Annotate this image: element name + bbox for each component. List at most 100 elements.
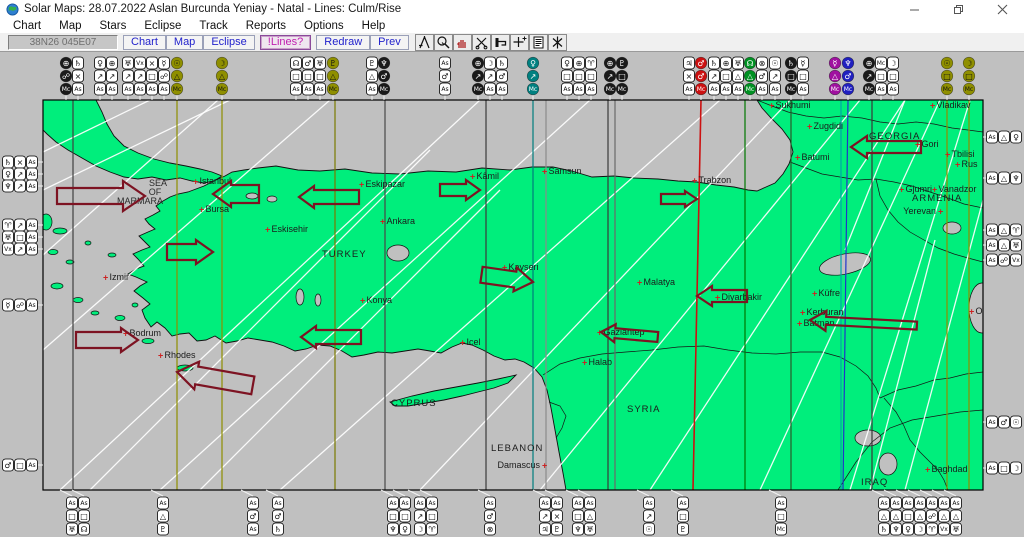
glyph: □	[316, 72, 324, 81]
planet-line-stack-top: ♅ ↗ As	[122, 56, 134, 100]
glyph: □	[16, 461, 24, 470]
glyph: △	[832, 72, 839, 81]
toolbar-button-prev[interactable]: Prev	[370, 34, 409, 50]
planet-line-stack-top: ♀ ↗ As	[94, 56, 106, 100]
planet-line-stack-top: ☽ ↗ As	[484, 56, 496, 100]
menu-item-options[interactable]: Options	[295, 20, 353, 32]
city-plus-mark: +	[360, 296, 365, 306]
city-plus-mark: +	[932, 185, 937, 195]
glyph: ♂	[249, 512, 256, 521]
toolbar-button-lines[interactable]: !Lines?	[259, 34, 312, 50]
toolbar-button-eclipse[interactable]: Eclipse	[203, 34, 255, 50]
city-plus-mark: +	[199, 205, 204, 215]
glyph: ♄	[787, 59, 794, 68]
toolbar-button-chart[interactable]: Chart	[123, 34, 166, 50]
map-canvas[interactable]: TURKEYGEORGIAARMENIASYRIALEBANONCYPRUSIR…	[0, 52, 1024, 537]
glyph: As	[28, 234, 35, 241]
glyph: As	[389, 500, 396, 507]
glyph: As	[28, 302, 35, 309]
menu-item-map[interactable]: Map	[50, 20, 90, 32]
restore-button[interactable]	[936, 0, 980, 18]
glyph: As	[952, 500, 959, 507]
planet-line-stack-top: ⊕ □ As	[573, 56, 585, 100]
city-plus-mark: +	[265, 225, 270, 235]
glyph: ♀	[402, 525, 408, 534]
glyph: As	[108, 86, 115, 93]
crosshair-tool[interactable]	[509, 33, 529, 51]
glyph: ↗	[646, 512, 653, 521]
clamp-tool[interactable]	[490, 33, 510, 51]
minimize-button[interactable]	[892, 0, 936, 18]
calipers-tool[interactable]	[414, 33, 434, 51]
glyph: As	[928, 500, 935, 507]
glyph: ♂	[441, 72, 448, 81]
glyph: △	[735, 72, 742, 81]
city-marker: + Samsun	[542, 166, 582, 177]
glyph: As	[904, 500, 911, 507]
glyph: ♅	[1012, 241, 1019, 250]
menu-bar: Chart Map Stars Eclipse Track Reports Options H…	[0, 18, 1024, 33]
menu-item-help[interactable]: Help	[353, 20, 395, 32]
glyph: As	[563, 86, 570, 93]
clip-tool[interactable]	[471, 33, 491, 51]
planet-line-stack-top: ♅ □ As	[314, 56, 326, 100]
glyph: As	[916, 500, 923, 507]
planet-line-stack-right: As △ ♆	[983, 171, 1022, 185]
glyph: ↗	[17, 170, 24, 179]
menu-item-chart[interactable]: Chart	[4, 20, 50, 32]
planet-line-stack-right: As □ ☽	[983, 461, 1022, 475]
planet-line-stack-top: ♂ □ As	[302, 56, 314, 100]
glyph: ♅	[124, 59, 131, 68]
city-marker: + Gjumri	[899, 184, 932, 195]
glyph: ☊	[292, 59, 299, 68]
glyph: ☽	[965, 59, 972, 68]
glyph: ☉	[173, 59, 180, 68]
glyph: □	[389, 512, 397, 521]
glyph: ☍	[62, 72, 70, 81]
pan-hand-tool[interactable]	[452, 33, 472, 51]
island	[84, 240, 92, 246]
close-button[interactable]	[980, 0, 1024, 18]
glyph: ☽	[218, 59, 225, 68]
city-plus-mark: +	[945, 150, 950, 160]
glyph: □	[1000, 464, 1008, 473]
planet-line-stack-top: As ♂ As	[439, 56, 451, 100]
glyph: □	[904, 512, 912, 521]
planet-line-stack-top: Vx ↗ As	[134, 56, 146, 100]
glyph: Mc	[777, 526, 785, 533]
menu-item-track[interactable]: Track	[190, 20, 236, 32]
glyph: Vx	[940, 526, 948, 533]
menu-item-eclipse[interactable]: Eclipse	[135, 20, 190, 32]
glyph: □	[877, 72, 885, 81]
planet-line-stack-top: ☊ □ As	[290, 56, 302, 100]
glyph: ×	[75, 72, 82, 81]
title-bar: Solar Maps: 28.07.2022 Aslan Burcunda Ye…	[0, 0, 1024, 18]
city-marker: Yerevan +	[903, 206, 943, 217]
glyph: ♂	[697, 59, 704, 68]
star-tool[interactable]	[547, 33, 567, 51]
glyph: ×	[554, 512, 561, 521]
city-marker: + Küfre	[812, 288, 840, 299]
report-page-tool[interactable]	[528, 33, 548, 51]
glyph: □	[787, 72, 795, 81]
zoom-tool[interactable]	[433, 33, 453, 51]
planet-line-stack-top: × □ As	[146, 56, 158, 100]
toolbar-button-redraw[interactable]: Redraw	[316, 34, 371, 50]
glyph: As	[428, 500, 435, 507]
planet-line-stack-top: ☿ ☍ As	[158, 56, 170, 100]
city-plus-mark: +	[938, 207, 943, 217]
menu-item-reports[interactable]: Reports	[237, 20, 295, 32]
glyph: □	[575, 72, 583, 81]
island	[52, 227, 68, 235]
glyph: As	[316, 86, 323, 93]
city-label: Eskisehir	[272, 224, 309, 234]
city-label: Zugdidi	[814, 121, 844, 131]
glyph: □	[401, 512, 409, 521]
country-label: CYPRUS	[391, 398, 437, 409]
glyph: ⊕	[63, 59, 70, 68]
toolbar-button-map[interactable]: Map	[165, 34, 204, 50]
glyph: ♂	[498, 72, 505, 81]
glyph: As	[988, 134, 995, 141]
menu-item-stars[interactable]: Stars	[91, 20, 136, 32]
glyph: As	[304, 86, 311, 93]
